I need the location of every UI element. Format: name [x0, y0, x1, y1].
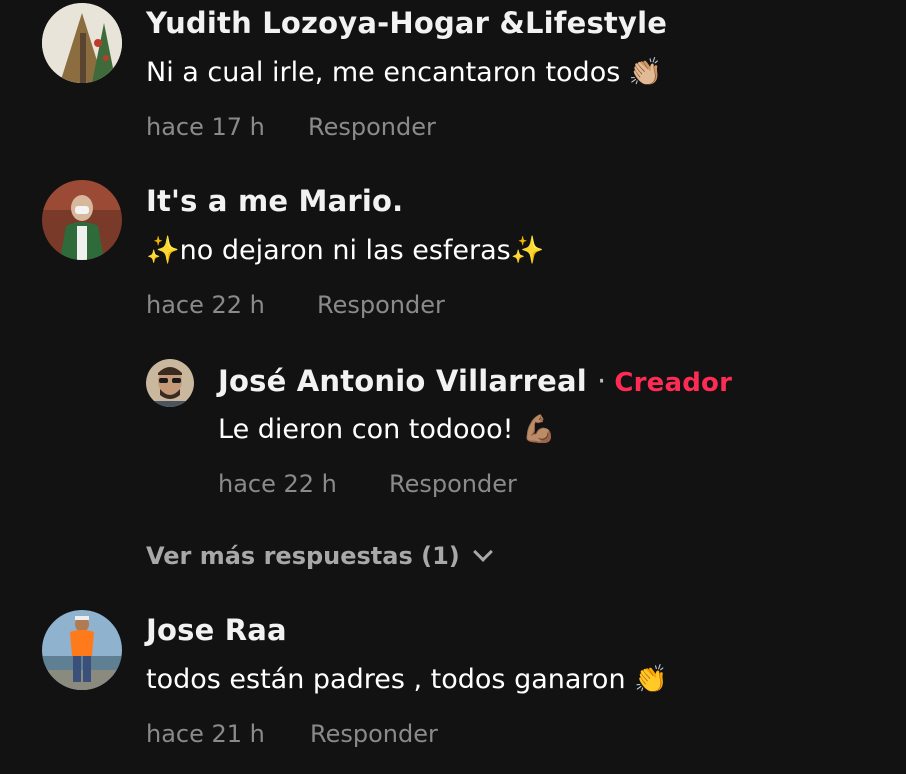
avatar[interactable] [42, 610, 122, 690]
comment-username[interactable]: Jose Raa [146, 613, 287, 647]
comment-text: todos están padres , todos ganaron 👏 [146, 664, 668, 695]
avatar-image [42, 610, 122, 690]
comment-timestamp: hace 21 h [146, 720, 265, 748]
comment-item: Jose Raa todos están padres , todos gana… [0, 0, 906, 774]
reply-button[interactable]: Responder [310, 720, 438, 748]
